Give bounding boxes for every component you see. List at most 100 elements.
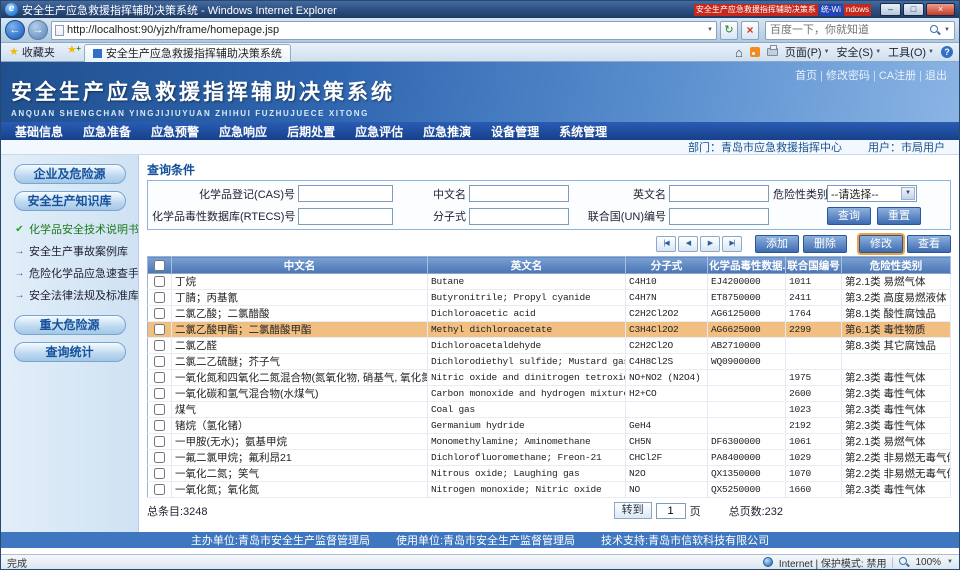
table-row[interactable]: 煤气 Coal gas 1023 第2.3类 毒性气体 <box>148 402 951 418</box>
row-checkbox[interactable] <box>154 308 165 319</box>
sidebar-button[interactable]: 重大危险源 <box>14 315 126 335</box>
back-button[interactable]: ← <box>5 20 25 40</box>
search-dropdown-icon[interactable]: ▼ <box>944 27 950 33</box>
address-bar[interactable]: ▼ <box>51 21 717 40</box>
table-row[interactable]: 丁腈；丙基氰 Butyronitrile; Propyl cyanide C4H… <box>148 290 951 306</box>
search-input[interactable] <box>770 24 926 36</box>
header-link[interactable]: 修改密码 <box>817 67 870 83</box>
column-header-english-name[interactable]: 英文名 <box>428 257 626 274</box>
address-dropdown-icon[interactable]: ▼ <box>707 27 713 33</box>
action-button[interactable]: 查看 <box>907 235 951 253</box>
hazard-class-select[interactable]: --请选择-- ▼ <box>827 185 917 202</box>
table-row[interactable]: 二氯乙酸甲酯；二氯醋酸甲酯 Methyl dichloroacetate C3H… <box>148 322 951 338</box>
search-icon[interactable] <box>930 25 940 35</box>
table-row[interactable]: 一氧化二氮；笑气 Nitrous oxide; Laughing gas N2O… <box>148 466 951 482</box>
reset-button[interactable]: 重置 <box>877 207 921 225</box>
favorites-button[interactable]: ★ 收藏夹 <box>4 44 60 61</box>
table-row[interactable]: 一氧化氮和四氧化二氮混合物(氮氧化物, 硝基气, 氧化氮气体) Nitric o… <box>148 370 951 386</box>
refresh-button[interactable]: ↻ <box>720 21 738 40</box>
row-checkbox[interactable] <box>154 356 165 367</box>
action-button[interactable]: 删除 <box>803 235 847 253</box>
forward-button[interactable]: → <box>28 20 48 40</box>
rtecs-input[interactable] <box>298 208 393 225</box>
table-row[interactable]: 一甲胺(无水)；氨基甲烷 Monomethylamine; Aminometha… <box>148 434 951 450</box>
sidebar-button[interactable]: 企业及危险源 <box>14 164 126 184</box>
sidebar-button[interactable]: 查询统计 <box>14 342 126 362</box>
table-row[interactable]: 二氯乙酸；二氯醋酸 Dichloroacetic acid C2H2Cl2O2 … <box>148 306 951 322</box>
minimize-button[interactable]: – <box>880 3 901 16</box>
maximize-button[interactable]: □ <box>903 3 924 16</box>
row-checkbox[interactable] <box>154 324 165 335</box>
pager-button[interactable]: |◀ <box>656 236 676 252</box>
row-checkbox[interactable] <box>154 420 165 431</box>
zoom-level[interactable]: 100% <box>915 557 941 568</box>
main-menu-item[interactable]: 系统管理 <box>549 123 617 140</box>
column-header-hazard-class[interactable]: 危险性类别 <box>842 257 951 274</box>
goto-button[interactable]: 转到 <box>614 502 652 519</box>
url-input[interactable] <box>67 23 704 38</box>
home-icon[interactable]: ⌂ <box>735 45 743 60</box>
pager-button[interactable]: ▶| <box>722 236 742 252</box>
column-header-chinese-name[interactable]: 中文名 <box>172 257 428 274</box>
column-header-rtecs[interactable]: 化学品毒性数据... <box>708 257 786 274</box>
pager-button[interactable]: ▶ <box>700 236 720 252</box>
row-checkbox[interactable] <box>154 292 165 303</box>
column-header-formula[interactable]: 分子式 <box>626 257 708 274</box>
row-checkbox[interactable] <box>154 276 165 287</box>
sidebar-button[interactable]: 安全生产知识库 <box>14 191 126 211</box>
search-box[interactable]: ▼ <box>765 21 955 40</box>
main-menu-item[interactable]: 设备管理 <box>481 123 549 140</box>
sidebar-link[interactable]: 化学品安全技术说明书 <box>14 221 138 237</box>
main-menu-item[interactable]: 基础信息 <box>5 123 73 140</box>
row-checkbox[interactable] <box>154 484 165 495</box>
table-row[interactable]: 一氧化碳和氢气混合物(水煤气) Carbon monoxide and hydr… <box>148 386 951 402</box>
header-link[interactable]: 退出 <box>916 67 947 83</box>
select-all-checkbox[interactable] <box>154 260 165 271</box>
row-checkbox[interactable] <box>154 372 165 383</box>
table-row[interactable]: 丁烷 Butane C4H10 EJ4200000 1011 第2.1类 易燃气… <box>148 274 951 290</box>
un-number-input[interactable] <box>669 208 769 225</box>
main-menu-item[interactable]: 应急响应 <box>209 123 277 140</box>
row-checkbox[interactable] <box>154 404 165 415</box>
row-checkbox[interactable] <box>154 468 165 479</box>
header-link[interactable]: 首页 <box>795 67 817 83</box>
stop-button[interactable]: × <box>741 21 759 40</box>
pager-button[interactable]: ◀ <box>678 236 698 252</box>
main-menu-item[interactable]: 应急评估 <box>345 123 413 140</box>
tab-active[interactable]: 安全生产应急救援指挥辅助决策系统 <box>84 44 291 62</box>
page-menu[interactable]: 页面(P) ▼ <box>785 44 830 60</box>
add-favorite-button[interactable]: ★ + <box>64 44 80 60</box>
header-link[interactable]: CA注册 <box>870 67 916 83</box>
formula-input[interactable] <box>469 208 569 225</box>
row-checkbox[interactable] <box>154 452 165 463</box>
page-number-input[interactable] <box>656 503 686 519</box>
main-menu-item[interactable]: 后期处置 <box>277 123 345 140</box>
table-row[interactable]: 锗烷（氢化锗） Germanium hydride GeH4 2192 第2.3… <box>148 418 951 434</box>
table-row[interactable]: 一氧化氮；氧化氮 Nitrogen monoxide; Nitric oxide… <box>148 482 951 498</box>
action-button[interactable]: 添加 <box>755 235 799 253</box>
table-row[interactable]: 二氯乙醛 Dichloroacetaldehyde C2H2Cl2O AB271… <box>148 338 951 354</box>
table-row[interactable]: 二氯二乙硫醚；芥子气 Dichlorodiethyl sulfide; Must… <box>148 354 951 370</box>
row-checkbox[interactable] <box>154 388 165 399</box>
row-checkbox[interactable] <box>154 340 165 351</box>
main-menu-item[interactable]: 应急预警 <box>141 123 209 140</box>
main-menu-item[interactable]: 应急推演 <box>413 123 481 140</box>
sidebar-link[interactable]: 安全法律法规及标准库 <box>14 287 138 303</box>
help-icon[interactable]: ? <box>941 46 953 58</box>
close-button[interactable]: × <box>926 3 955 16</box>
main-menu-item[interactable]: 应急准备 <box>73 123 141 140</box>
row-checkbox[interactable] <box>154 436 165 447</box>
action-button[interactable]: 修改 <box>859 235 903 253</box>
print-icon[interactable] <box>767 48 778 56</box>
search-button[interactable]: 查询 <box>827 207 871 225</box>
english-name-input[interactable] <box>669 185 769 202</box>
tools-menu[interactable]: 工具(O) ▼ <box>888 44 934 60</box>
zoom-dropdown-icon[interactable]: ▼ <box>947 559 953 565</box>
feeds-icon[interactable] <box>750 47 760 57</box>
cas-input[interactable] <box>298 185 393 202</box>
safety-menu[interactable]: 安全(S) ▼ <box>837 44 882 60</box>
column-header-un-number[interactable]: 联合国编号 <box>786 257 842 274</box>
sidebar-link[interactable]: 安全生产事故案例库 <box>14 243 138 259</box>
table-row[interactable]: 一氟二氯甲烷；氟利昂21 Dichlorofluoromethane; Freo… <box>148 450 951 466</box>
sidebar-link[interactable]: 危险化学品应急速查手... <box>14 265 138 281</box>
